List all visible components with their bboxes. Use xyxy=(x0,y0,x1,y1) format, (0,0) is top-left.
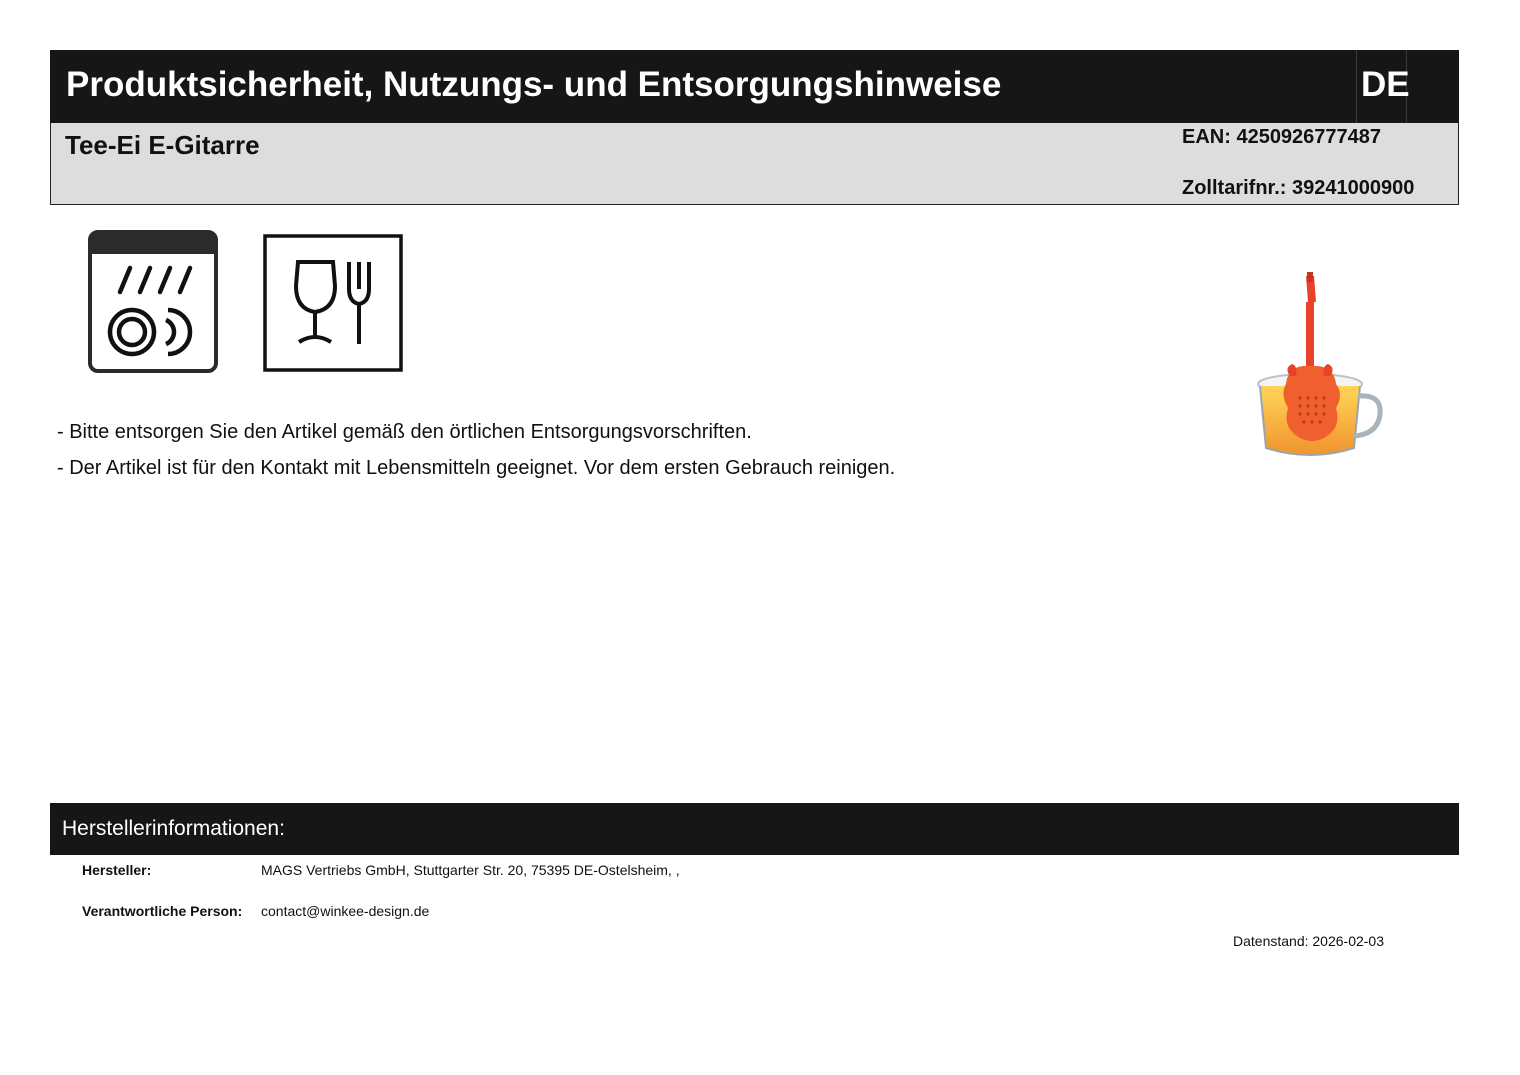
data-date: Datenstand: 2026-02-03 xyxy=(1233,933,1384,949)
manufacturer-value: MAGS Vertriebs GmbH, Stuttgarter Str. 20… xyxy=(261,862,680,878)
language-badge: DE xyxy=(1356,50,1410,123)
responsible-person-label: Verantwortliche Person: xyxy=(82,903,243,919)
usage-notes: - Bitte entsorgen Sie den Artikel gemäß … xyxy=(57,414,895,486)
responsible-person-value: contact@winkee-design.de xyxy=(261,903,430,919)
title-bar: Produktsicherheit, Nutzungs- und Entsorg… xyxy=(50,50,1459,123)
guitar-tea-infuser-image xyxy=(1257,272,1383,456)
manufacturer-label: Hersteller: xyxy=(82,862,152,878)
disposal-note: - Bitte entsorgen Sie den Artikel gemäß … xyxy=(57,421,752,443)
dishwasher-safe-icon xyxy=(88,230,218,373)
manufacturer-title: Herstellerinformationen: xyxy=(62,817,285,840)
food-contact-note: - Der Artikel ist für den Kontakt mit Le… xyxy=(57,457,896,479)
manufacturer-header: Herstellerinformationen: xyxy=(50,803,1459,855)
food-safe-icon xyxy=(263,234,403,372)
language-code: DE xyxy=(1361,65,1410,104)
tariff-number: Zolltarifnr.: 39241000900 xyxy=(1182,177,1415,199)
product-info-bar: Tee-Ei E-Gitarre EAN: 4250926777487 Zoll… xyxy=(50,123,1459,205)
page-title: Produktsicherheit, Nutzungs- und Entsorg… xyxy=(66,65,1002,104)
ean-number: EAN: 4250926777487 xyxy=(1182,126,1382,148)
product-name: Tee-Ei E-Gitarre xyxy=(65,130,260,160)
